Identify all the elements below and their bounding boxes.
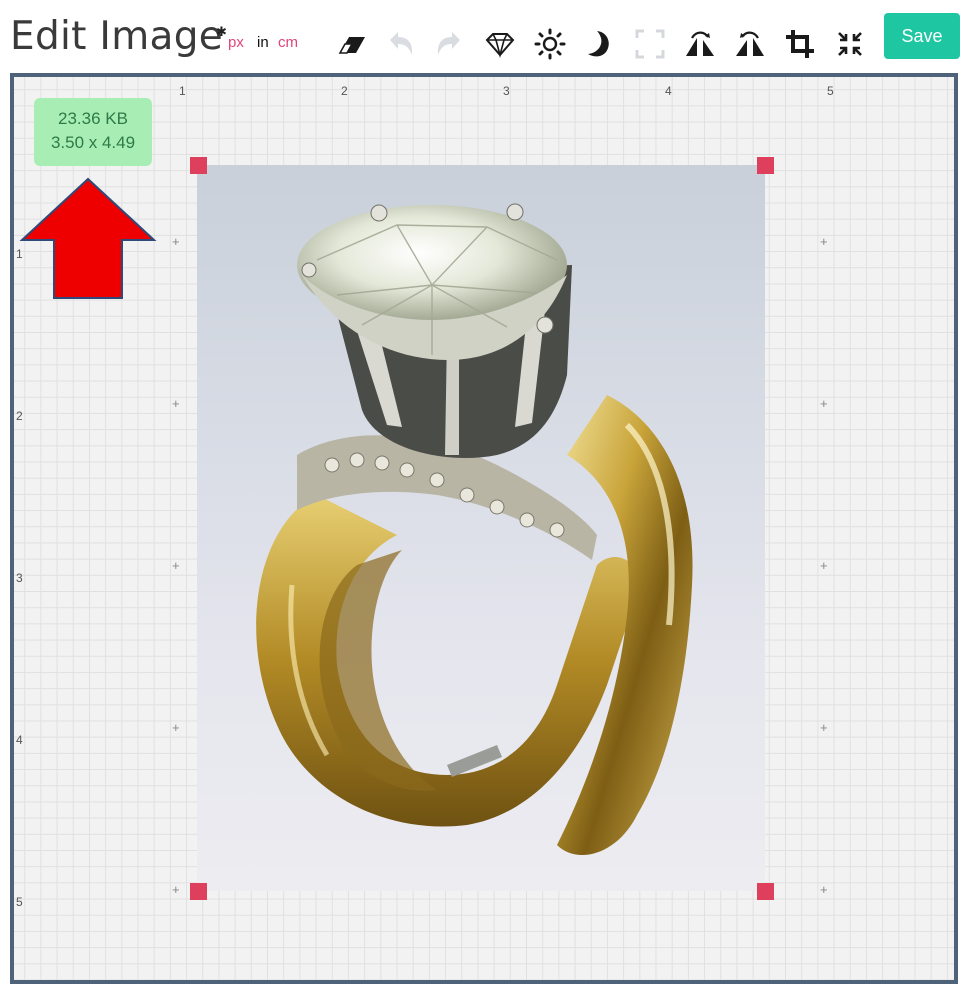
ruler-left-label: 3 xyxy=(16,571,23,585)
grid-mark: + xyxy=(820,720,828,735)
ruler-top-label: 5 xyxy=(827,84,834,98)
ring-photo[interactable] xyxy=(197,165,765,891)
grid-mark: + xyxy=(172,396,180,411)
eraser-icon[interactable] xyxy=(334,26,370,62)
ruler-top-label: 4 xyxy=(665,84,672,98)
grid-mark: + xyxy=(820,234,828,249)
grid-mark: + xyxy=(172,720,180,735)
grid-mark: + xyxy=(172,234,180,249)
resize-handle-top-right[interactable] xyxy=(757,157,774,174)
image-canvas[interactable]: 1 2 3 4 5 1 2 3 4 5 + + + + + + + + + + … xyxy=(10,73,958,984)
editor-header: Edit Image ✱ px in cm Save xyxy=(0,0,964,70)
unit-cm[interactable]: cm xyxy=(278,34,298,51)
unit-in[interactable]: in xyxy=(257,34,269,51)
image-dimensions: 3.50 x 4.49 xyxy=(50,133,136,152)
grid-mark: + xyxy=(172,882,180,897)
diamond-icon[interactable] xyxy=(482,26,518,62)
crop-icon[interactable] xyxy=(782,26,818,62)
page-title: Edit Image xyxy=(10,14,224,59)
ruler-top-label: 2 xyxy=(341,84,348,98)
grid-mark: + xyxy=(820,882,828,897)
image-info-badge: 23.36 KB 3.50 x 4.49 xyxy=(34,98,152,166)
ruler-top-label: 1 xyxy=(179,84,186,98)
grid-mark: + xyxy=(820,396,828,411)
flip-horizontal-icon[interactable] xyxy=(682,26,718,62)
resize-handle-bottom-right[interactable] xyxy=(757,883,774,900)
ruler-left-label: 2 xyxy=(16,409,23,423)
save-button[interactable]: Save xyxy=(884,13,960,59)
brightness-icon[interactable] xyxy=(532,26,568,62)
ruler-left-label: 5 xyxy=(16,895,23,909)
grid-mark: + xyxy=(820,558,828,573)
resize-handle-bottom-left[interactable] xyxy=(190,883,207,900)
shrink-icon[interactable] xyxy=(832,26,868,62)
flip-vertical-icon[interactable] xyxy=(732,26,768,62)
file-size: 23.36 KB xyxy=(58,109,128,128)
resize-handle-top-left[interactable] xyxy=(190,157,207,174)
redo-icon[interactable] xyxy=(432,26,468,62)
up-arrow-annotation xyxy=(19,176,157,304)
ruler-top-label: 3 xyxy=(503,84,510,98)
grid-mark: + xyxy=(172,558,180,573)
gear-icon[interactable]: ✱ xyxy=(216,24,227,40)
unit-px[interactable]: px xyxy=(228,34,244,51)
undo-icon[interactable] xyxy=(382,26,418,62)
ruler-left-label: 4 xyxy=(16,733,23,747)
dark-mode-icon[interactable] xyxy=(582,26,618,62)
selection-icon[interactable] xyxy=(632,26,668,62)
